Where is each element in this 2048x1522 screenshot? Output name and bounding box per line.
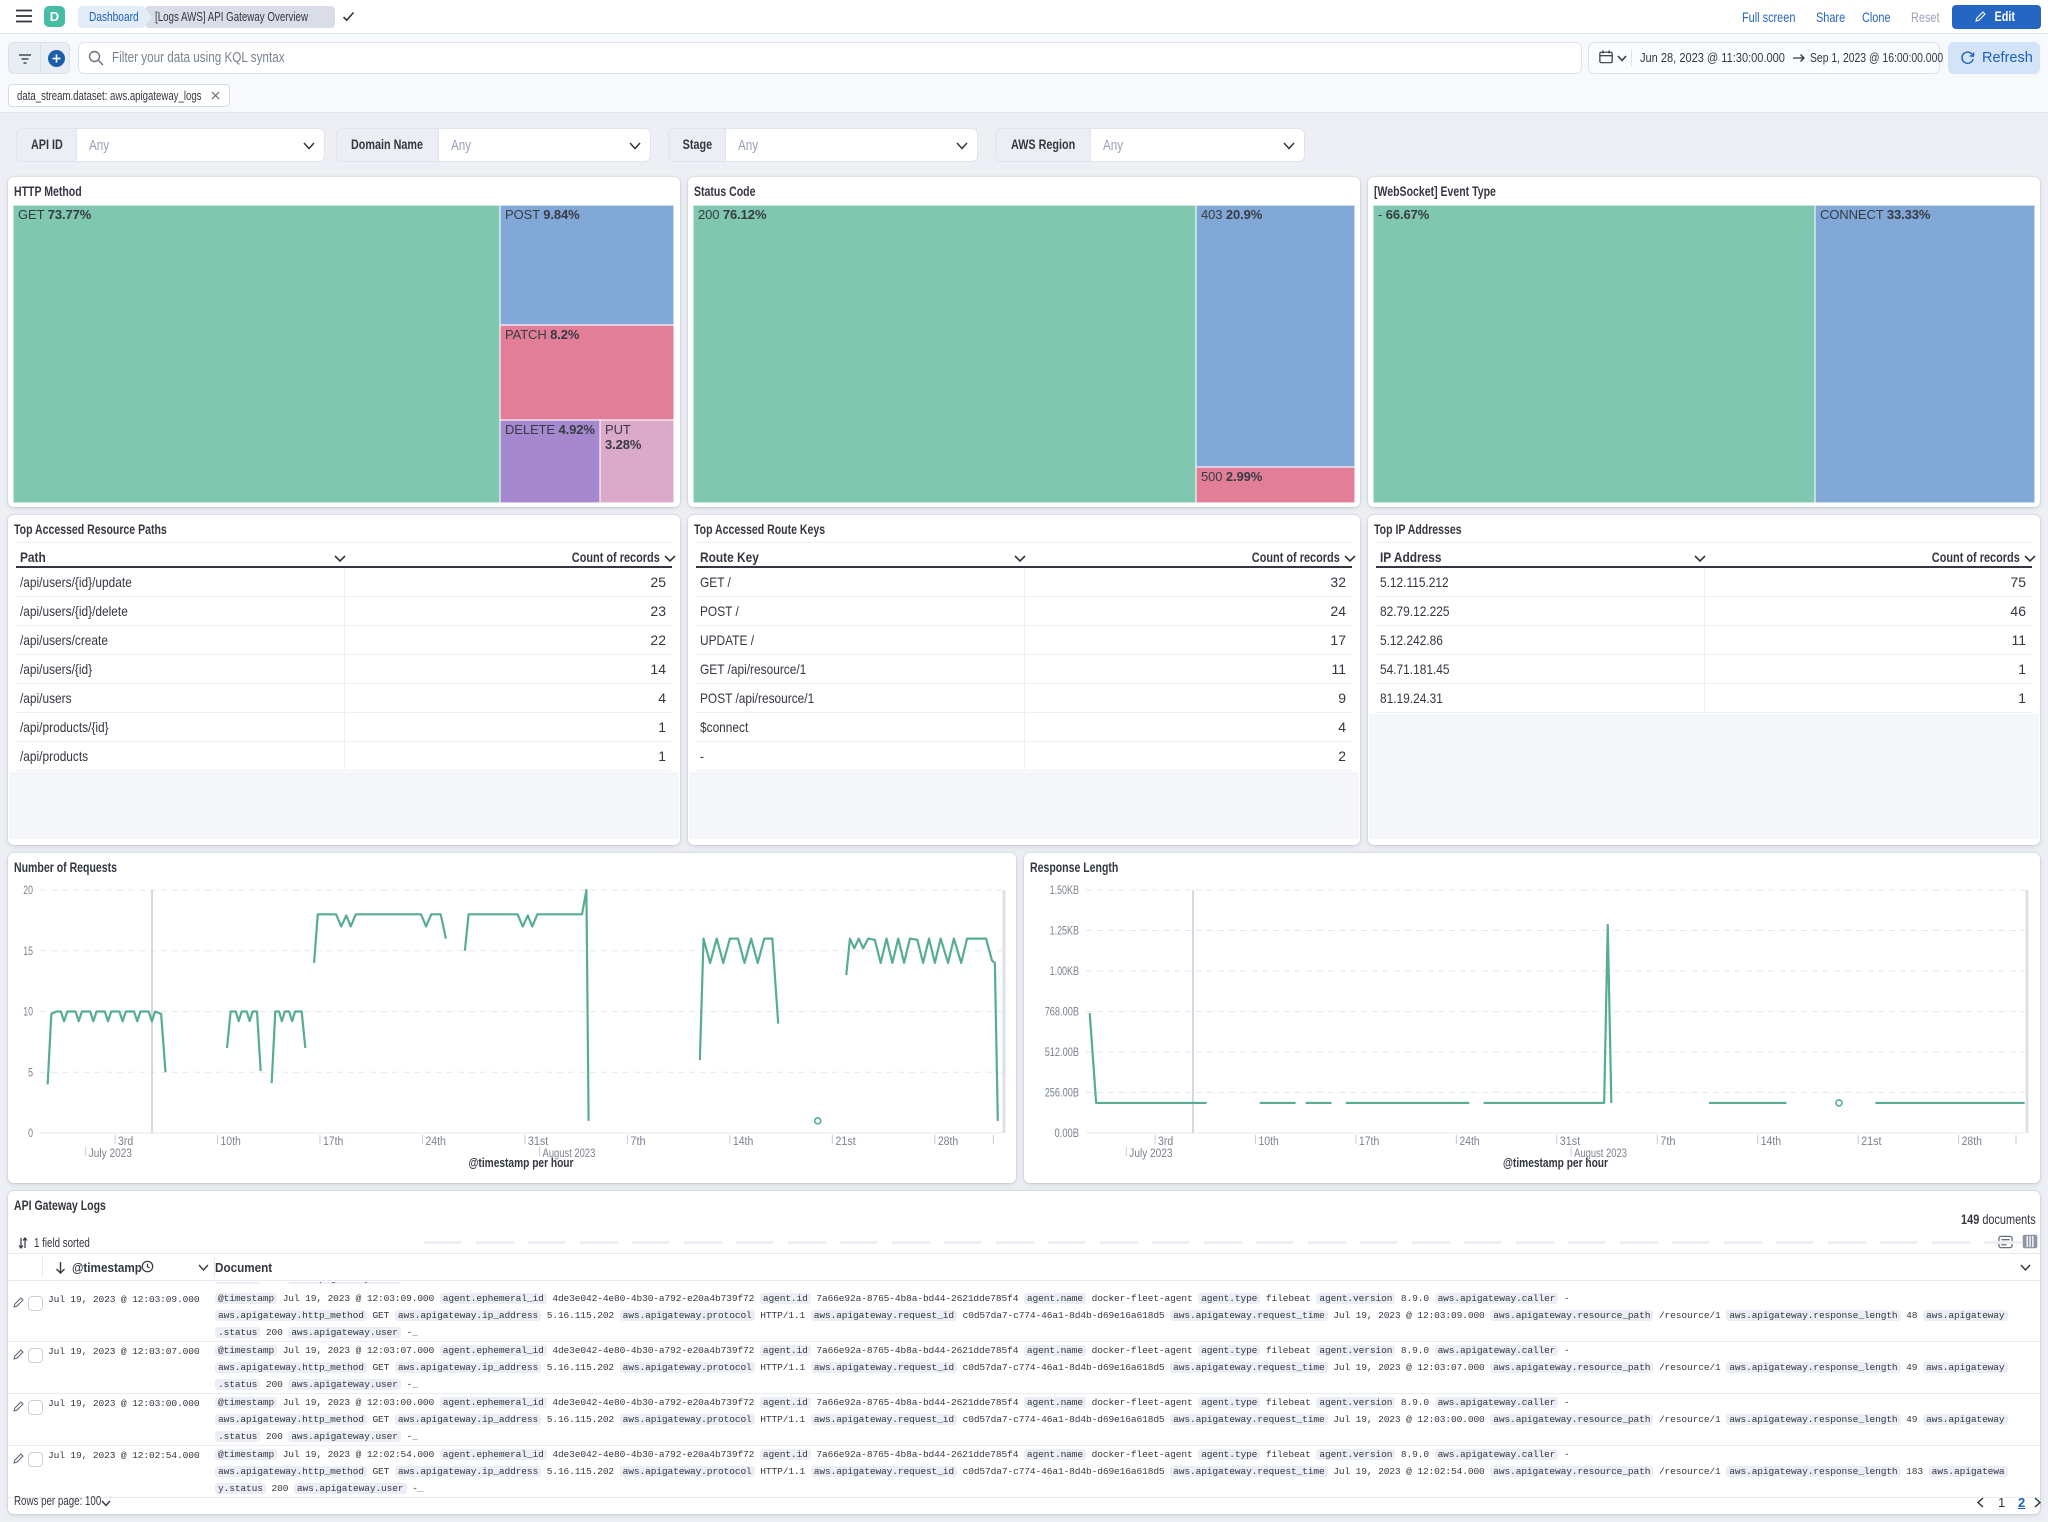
svg-text:7th: 7th xyxy=(1660,1136,1675,1148)
svg-text:@timestamp per hour: @timestamp per hour xyxy=(469,1156,574,1170)
svg-text:@timestamp per hour: @timestamp per hour xyxy=(1503,1156,1608,1170)
svg-text:0: 0 xyxy=(28,1128,33,1140)
svg-text:14th: 14th xyxy=(733,1136,753,1148)
svg-text:28th: 28th xyxy=(938,1136,958,1148)
svg-text:17th: 17th xyxy=(323,1136,343,1148)
svg-text:July 2023: July 2023 xyxy=(89,1148,132,1160)
svg-text:15: 15 xyxy=(23,946,33,958)
svg-text:July 2023: July 2023 xyxy=(1129,1148,1172,1160)
svg-text:1.25KB: 1.25KB xyxy=(1050,926,1080,938)
svg-text:28th: 28th xyxy=(1962,1136,1982,1148)
svg-text:17th: 17th xyxy=(1359,1136,1379,1148)
svg-text:31st: 31st xyxy=(528,1136,549,1148)
svg-text:5: 5 xyxy=(28,1067,33,1079)
svg-text:21st: 21st xyxy=(835,1136,856,1148)
svg-text:512.00B: 512.00B xyxy=(1045,1047,1080,1059)
svg-text:20: 20 xyxy=(23,885,33,897)
svg-text:14th: 14th xyxy=(1761,1136,1781,1148)
svg-text:768.00B: 768.00B xyxy=(1045,1007,1080,1019)
svg-text:3rd: 3rd xyxy=(118,1136,133,1148)
svg-text:21st: 21st xyxy=(1861,1136,1882,1148)
svg-text:10th: 10th xyxy=(1258,1136,1278,1148)
svg-text:31st: 31st xyxy=(1560,1136,1581,1148)
svg-text:1.50KB: 1.50KB xyxy=(1050,885,1080,897)
svg-text:1.00KB: 1.00KB xyxy=(1050,966,1080,978)
svg-text:3rd: 3rd xyxy=(1158,1136,1173,1148)
svg-text:256.00B: 256.00B xyxy=(1045,1088,1080,1100)
svg-text:0.00B: 0.00B xyxy=(1055,1128,1080,1140)
svg-text:7th: 7th xyxy=(630,1136,645,1148)
svg-text:10: 10 xyxy=(23,1007,33,1019)
svg-text:24th: 24th xyxy=(1459,1136,1479,1148)
svg-text:10th: 10th xyxy=(220,1136,240,1148)
svg-text:24th: 24th xyxy=(425,1136,445,1148)
